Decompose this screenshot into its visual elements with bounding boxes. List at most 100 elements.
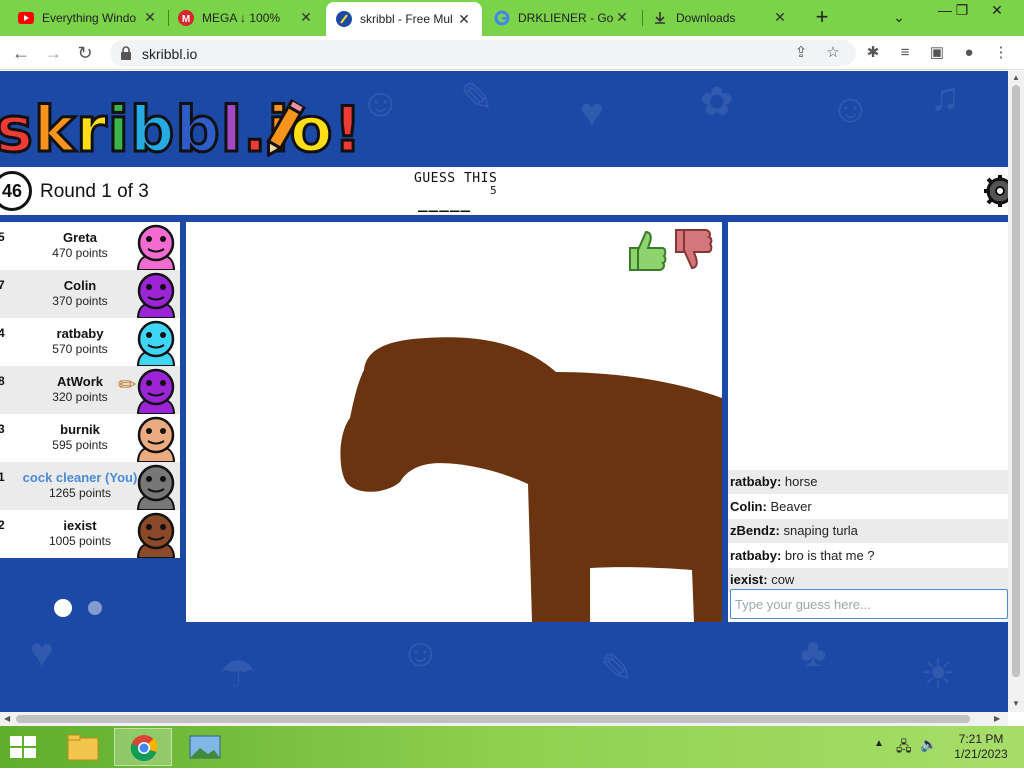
player-rank: 5	[0, 230, 5, 244]
tab-search-chevron-icon[interactable]: ⌄	[888, 6, 910, 28]
chat-username: Colin:	[730, 498, 767, 514]
tab-skribbl[interactable]: skribbl - Free Mul ✕	[326, 2, 482, 36]
file-explorer-taskbar-button[interactable]	[54, 728, 112, 766]
tab-label: Everything Windo	[42, 10, 137, 25]
media-control-icon[interactable]: ≡	[894, 42, 916, 64]
tab-mega[interactable]: M MEGA ↓ 100% ✕	[168, 0, 324, 35]
player-avatar	[136, 416, 176, 462]
side-panel-icon[interactable]: ▣	[926, 42, 948, 64]
thumbs-down-icon[interactable]	[672, 226, 714, 272]
close-window-button[interactable]: ✕	[980, 0, 1014, 22]
new-tab-button[interactable]: +	[808, 4, 836, 30]
scroll-left-arrow-icon[interactable]: ◀	[4, 714, 10, 723]
google-icon	[494, 10, 510, 26]
background-doodle: ♥	[30, 631, 54, 675]
player-avatar	[136, 512, 176, 558]
lock-icon[interactable]	[120, 46, 132, 60]
tab-label: MEGA ↓ 100%	[202, 10, 281, 25]
extensions-icon[interactable]: ✱	[862, 42, 884, 64]
word-blanks: _____	[418, 193, 472, 212]
player-row[interactable]: 8 AtWork 320 points	[0, 366, 180, 414]
player-rank: 1	[0, 470, 5, 484]
menu-kebab-icon[interactable]: ⋮	[990, 42, 1012, 64]
skribbl-icon	[336, 11, 352, 27]
close-icon[interactable]: ✕	[456, 11, 472, 28]
close-icon[interactable]: ✕	[614, 9, 630, 26]
vertical-scrollbar[interactable]: ▲ ▼	[1008, 71, 1024, 712]
horizontal-scroll-thumb[interactable]	[16, 715, 970, 723]
restore-button[interactable]: ❐	[945, 0, 979, 22]
windows-start-icon[interactable]	[8, 734, 38, 760]
address-bar[interactable]: skribbl.io	[110, 40, 856, 66]
url-text[interactable]: skribbl.io	[142, 46, 197, 62]
player-row[interactable]: 7 Colin 370 points	[0, 270, 180, 318]
player-row[interactable]: 4 ratbaby 570 points	[0, 318, 180, 366]
background-doodle: ✿	[700, 80, 734, 124]
tab-youtube[interactable]: Everything Windo ✕	[8, 0, 168, 35]
logo-letter: s	[0, 92, 34, 168]
vertical-scroll-thumb[interactable]	[1012, 85, 1020, 677]
chat-username: zBendz:	[730, 523, 780, 538]
brown-drawing-stroke	[340, 337, 722, 622]
scroll-up-arrow-icon[interactable]: ▲	[1012, 73, 1020, 82]
settings-gear-icon[interactable]	[982, 173, 1008, 209]
drawing	[340, 337, 722, 622]
player-row[interactable]: 2 iexist 1005 points	[0, 510, 180, 558]
tab-downloads[interactable]: Downloads ✕	[642, 0, 798, 35]
volume-icon[interactable]: 🔈	[920, 736, 937, 753]
share-icon[interactable]: ⇪	[790, 42, 812, 64]
photos-taskbar-button[interactable]	[176, 728, 234, 766]
close-icon[interactable]: ✕	[142, 9, 158, 26]
taskbar-clock[interactable]: 7:21 PM 1/21/2023	[950, 732, 1012, 762]
tab-google[interactable]: DRKLIENER - Goo ✕	[484, 0, 640, 35]
page-dot[interactable]	[88, 601, 102, 615]
background-doodle: ♫	[930, 75, 960, 119]
player-name: ratbaby	[56, 326, 104, 341]
player-row[interactable]: 1 cock cleaner (You) 1265 points	[0, 462, 180, 510]
show-hidden-icons-arrow-icon[interactable]: ▲	[874, 738, 884, 749]
player-name: Colin	[63, 278, 97, 293]
player-row[interactable]: 3 burnik 595 points	[0, 414, 180, 462]
guess-input[interactable]	[730, 589, 1008, 619]
player-rank: 2	[0, 518, 5, 532]
tab-label: skribbl - Free Mul	[360, 12, 453, 26]
svg-text:M: M	[182, 14, 190, 25]
back-arrow-icon[interactable]: ←	[8, 40, 34, 66]
background-doodle: ☺	[400, 631, 441, 675]
player-rank: 3	[0, 422, 5, 436]
background-doodle: ♣	[800, 631, 827, 675]
youtube-icon	[18, 10, 34, 26]
background-doodle: ✎	[600, 647, 634, 691]
background-doodle: ☀	[920, 652, 956, 696]
thumbs-up-icon[interactable]	[626, 228, 668, 272]
horizontal-scrollbar[interactable]: ◀ ▶	[0, 712, 1008, 726]
player-avatar	[136, 320, 176, 366]
player-name: Greta	[63, 230, 97, 245]
player-avatar	[136, 464, 176, 510]
mega-icon: M	[178, 9, 194, 26]
chat-message: Colin: Beaver	[728, 495, 1008, 519]
network-icon[interactable]: 🖧	[896, 736, 912, 760]
player-rank: 7	[0, 278, 5, 292]
player-avatar	[136, 224, 176, 270]
avatar-page-dots	[54, 599, 114, 619]
profile-avatar-icon[interactable]: ●	[958, 42, 980, 64]
close-icon[interactable]: ✕	[298, 9, 314, 26]
reload-icon[interactable]: ↻	[72, 40, 98, 66]
bookmark-star-icon[interactable]: ☆	[822, 42, 844, 64]
close-icon[interactable]: ✕	[772, 9, 788, 26]
system-tray: ▲ 🖧 🔈	[874, 736, 944, 760]
browser-toolbar: ← → ↻ skribbl.io ⇪ ☆ ✱ ≡ ▣ ● ⋮	[0, 36, 1024, 70]
player-rank: 4	[0, 326, 5, 340]
drawing-pencil-icon: ✏	[118, 372, 137, 397]
logo-letter: i	[106, 92, 130, 168]
chrome-taskbar-button[interactable]	[114, 728, 172, 766]
drawing-canvas[interactable]	[186, 222, 722, 622]
player-row[interactable]: 5 Greta 470 points	[0, 222, 180, 270]
scroll-right-arrow-icon[interactable]: ▶	[994, 714, 1000, 723]
forward-arrow-icon[interactable]: →	[40, 40, 66, 66]
scroll-down-arrow-icon[interactable]: ▼	[1012, 699, 1020, 708]
player-name: burnik	[60, 422, 100, 437]
page-dot-active[interactable]	[54, 599, 72, 617]
chrome-icon	[130, 735, 158, 762]
